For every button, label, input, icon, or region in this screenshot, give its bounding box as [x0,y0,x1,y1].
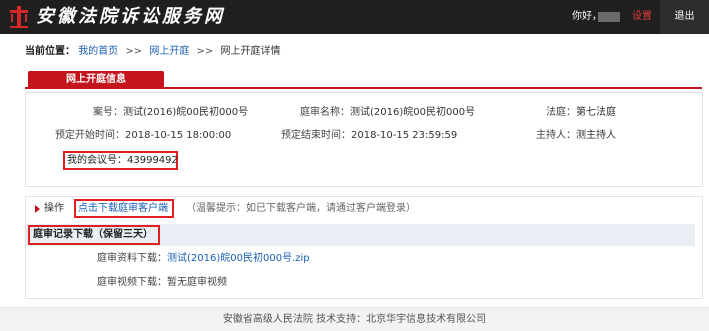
operations-label: 操作 [44,203,64,214]
start-time-label: 预定开始时间： [55,130,125,141]
case-number-field: 案号：测试(2016)皖00民初000号 [93,106,248,120]
top-header: 安徽法院诉讼服务网 你好， 设置 退出 [0,0,709,34]
court-emblem-icon [10,6,28,28]
breadcrumb: 当前位置： 我的首页 >> 网上开庭 >> 网上开庭详情 [25,45,280,59]
meeting-number-value: 43999492 [127,155,178,166]
breadcrumb-separator: >> [125,46,143,57]
case-number-label: 案号： [93,107,123,118]
case-number-value: 测试(2016)皖00民初000号 [123,107,249,118]
court-label: 法庭： [546,107,576,118]
start-time-field: 预定开始时间：2018-10-15 18:00:00 [55,129,231,143]
host-label: 主持人： [536,130,576,141]
records-section-title: 庭审记录下载（保留三天） [28,225,160,245]
trial-name-label: 庭审名称： [300,107,350,118]
trial-name-field: 庭审名称：测试(2016)皖00民初000号 [300,106,475,120]
breadcrumb-separator: >> [196,46,214,57]
video-download-row: 庭审视频下载：暂无庭审视频 [97,276,227,290]
material-download-label: 庭审资料下载： [97,253,167,264]
username-redacted [598,12,620,22]
breadcrumb-online-hearing-link[interactable]: 网上开庭 [149,46,189,57]
trial-name-value: 测试(2016)皖00民初000号 [350,107,476,118]
breadcrumb-home-link[interactable]: 我的首页 [78,46,118,57]
meeting-number-field: 我的会议号：43999492 [63,151,178,170]
court-field: 法庭：第七法庭 [546,106,616,120]
end-time-label: 预定结束时间： [281,130,351,141]
logout-button[interactable]: 退出 [660,0,709,34]
material-download-link[interactable]: 测试(2016)皖00民初000号.zip [167,253,310,264]
end-time-field: 预定结束时间：2018-10-15 23:59:59 [281,129,457,143]
meeting-number-label: 我的会议号： [67,155,127,166]
page-footer: 安徽省高级人民法院 技术支持：北京华宇信息技术有限公司 [0,307,709,331]
material-download-row: 庭审资料下载：测试(2016)皖00民初000号.zip [97,252,310,266]
video-download-label: 庭审视频下载： [97,277,167,288]
host-field: 主持人：测主持人 [536,129,616,143]
site-title[interactable]: 安徽法院诉讼服务网 [36,4,225,30]
end-time-value: 2018-10-15 23:59:59 [351,130,458,141]
settings-link[interactable]: 设置 [632,10,652,24]
court-value: 第七法庭 [576,107,616,118]
tab-online-hearing-info[interactable]: 网上开庭信息 [28,71,164,89]
video-download-status: 暂无庭审视频 [167,277,227,288]
host-value: 测主持人 [576,130,616,141]
breadcrumb-label: 当前位置： [25,46,75,57]
start-time-value: 2018-10-15 18:00:00 [125,130,232,141]
download-client-link[interactable]: 点击下载庭审客户端 [74,199,174,218]
triangle-right-icon [35,205,40,213]
breadcrumb-current: 网上开庭详情 [220,46,281,57]
login-tip: （温馨提示：如已下载客户端，请通过客户端登录） [186,203,416,214]
